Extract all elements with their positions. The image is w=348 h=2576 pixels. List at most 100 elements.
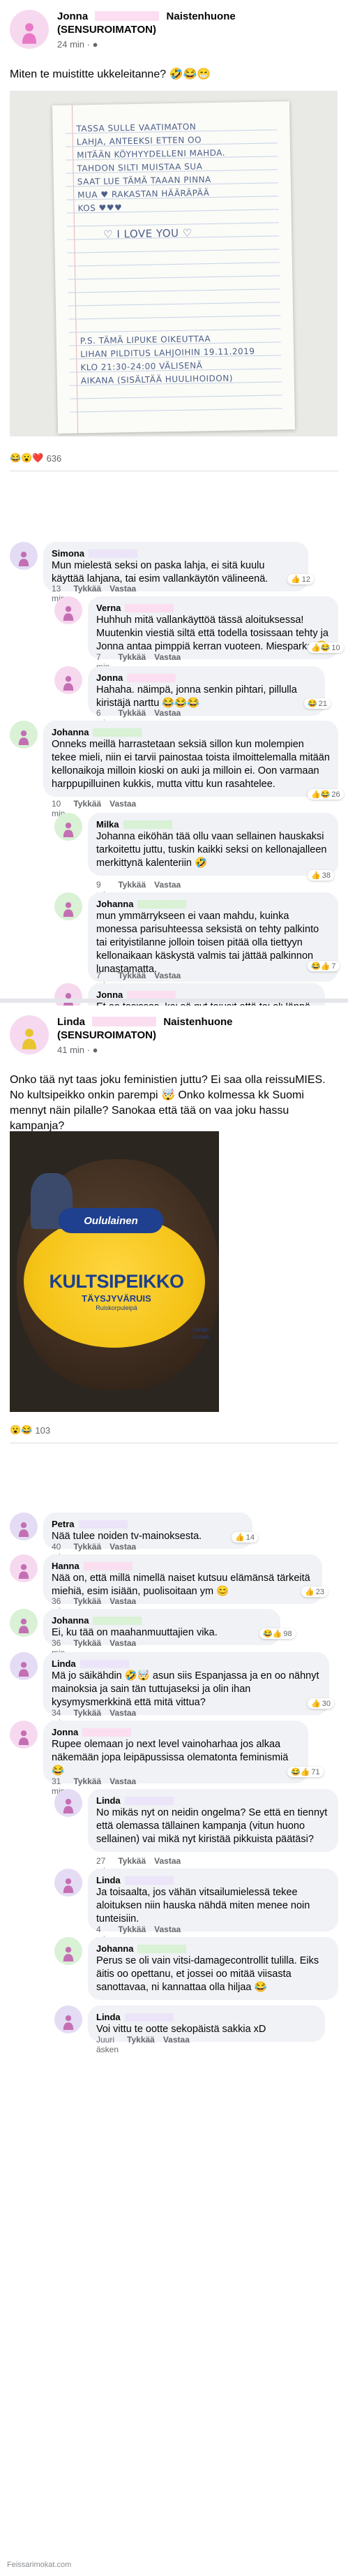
note-text-line: [79, 252, 284, 256]
comment-author[interactable]: Jonna: [96, 672, 123, 684]
post-time[interactable]: 41 min: [57, 1045, 84, 1055]
post-group[interactable]: Naistenhuone: [167, 10, 236, 22]
post-photo-bread[interactable]: Oululainen KULTSIPEIKKO TÄYSJYVÄRUIS Rui…: [10, 1131, 219, 1412]
avatar[interactable]: [10, 1513, 38, 1540]
comment-author-row: Johanna: [96, 898, 330, 910]
comment-reactions[interactable]: 👍 38: [308, 870, 334, 881]
note-text-line: TASSA SULLE VAATIMATON: [76, 122, 197, 134]
comment-reactions[interactable]: 👍 30: [308, 1698, 334, 1709]
reaction-emoji: 😂👍: [263, 1630, 282, 1638]
comment-author[interactable]: Verna: [96, 602, 121, 614]
post-text: Onko tää nyt taas joku feministien juttu…: [10, 1074, 326, 1132]
post-group[interactable]: Naistenhuone: [163, 1016, 232, 1028]
comment-reactions[interactable]: 😂👍 98: [259, 1628, 296, 1639]
reaction-count: 7: [331, 962, 336, 971]
comment-author[interactable]: Simona: [52, 547, 84, 559]
comment-text: Huhhuh mitä vallankäyttöä tässä aloituks…: [96, 614, 328, 652]
avatar[interactable]: [54, 1869, 82, 1897]
post-reactions[interactable]: 😮😂 103: [10, 1425, 50, 1436]
redaction-bar: [124, 1876, 174, 1885]
comment-reactions[interactable]: 😂👍 7: [308, 961, 340, 971]
avatar[interactable]: [10, 721, 38, 749]
avatar[interactable]: [54, 666, 82, 694]
redaction-bar: [127, 673, 176, 682]
note-text-line: AIKANA (SISÄLTÄÄ HUULIHOIDON): [80, 373, 234, 386]
comment-author[interactable]: Linda: [96, 2011, 121, 2023]
comment-author[interactable]: Linda: [96, 1874, 121, 1886]
avatar[interactable]: [54, 813, 82, 841]
comment-reactions[interactable]: 👍 14: [232, 1532, 258, 1543]
reaction-emoji: 😂👍: [311, 962, 331, 971]
avatar[interactable]: [10, 542, 38, 570]
post-author[interactable]: Linda: [57, 1016, 85, 1028]
post-text-emojis: 🤣😂😁: [169, 68, 211, 80]
redaction-bar: [88, 549, 137, 558]
note-text-line: KLO 21:30-24:00 VÄLISENÄ: [80, 360, 203, 373]
redaction-bar: [137, 899, 187, 908]
reaction-emoji: 😂👍: [291, 1768, 310, 1776]
avatar[interactable]: [54, 2005, 82, 2033]
avatar[interactable]: [54, 1789, 82, 1817]
avatar[interactable]: [54, 596, 82, 624]
reaction-emoji: 👍😂: [311, 790, 331, 799]
avatar[interactable]: [10, 1652, 38, 1680]
person-icon: [63, 1947, 74, 1962]
avatar[interactable]: [10, 1721, 38, 1749]
post-reactions[interactable]: 😂😮❤️ 636: [10, 452, 61, 464]
post-meta: 41 min · ●: [57, 1045, 98, 1055]
reply-button[interactable]: Vastaa: [163, 2035, 190, 2054]
person-icon: [18, 1730, 29, 1745]
avatar[interactable]: [54, 1937, 82, 1965]
comment-reactions[interactable]: 😂 21: [304, 698, 331, 709]
post-author[interactable]: Jonna: [57, 10, 88, 22]
like-button[interactable]: Tykkää: [127, 2035, 155, 2054]
comment-author-row: Linda: [96, 2011, 317, 2023]
comment-author[interactable]: Jonna: [52, 1726, 78, 1738]
avatar[interactable]: [10, 1554, 38, 1582]
comment-reactions[interactable]: 👍 23: [301, 1587, 328, 1597]
note-text-line: MUA ♥ RAKASTAN HÄÄRÄPÄÄ: [77, 188, 210, 200]
comment-author[interactable]: Petra: [52, 1518, 75, 1530]
comment-reactions[interactable]: 👍😂 26: [308, 789, 344, 800]
note-ruled-line: [68, 288, 280, 293]
comment-author[interactable]: Johanna: [96, 1943, 133, 1955]
post-header: Linda Naistenhuone (SENSUROIMATON) 41 mi…: [0, 1006, 348, 1066]
post-time[interactable]: 24 min: [57, 39, 84, 50]
comment-bubble: Linda Ja toisaalta, jos vähän vitsailumie…: [88, 1869, 338, 1931]
post-photo-note[interactable]: TASSA SULLE VAATIMATON LAHJA, ANTEEKSI ET…: [10, 91, 338, 436]
comment-author[interactable]: Linda: [52, 1658, 76, 1670]
person-icon: [22, 23, 37, 44]
reaction-emoji: 👍: [291, 575, 301, 584]
comment-author[interactable]: Johanna: [96, 898, 133, 910]
comment-author[interactable]: Hanna: [52, 1560, 80, 1572]
note-text-line: KOS ♥♥♥: [77, 203, 123, 214]
comment-author[interactable]: Johanna: [52, 1614, 89, 1626]
comment-reactions[interactable]: 👍😂 10: [308, 642, 344, 653]
comment-text: Johanna eiköhän tää ollu vaan sellainen …: [96, 831, 327, 869]
bread-brand: Oululainen: [59, 1208, 163, 1233]
comment-author-row: Simona: [52, 547, 300, 559]
avatar[interactable]: [10, 1015, 49, 1054]
comment-bubble: Linda Mä jo säikähdin 🤣🤯 asun siis Espanj…: [43, 1652, 329, 1715]
note-text-line: TAHDON SILTI MUISTAA SUA: [77, 161, 203, 174]
reaction-emoji: 👍: [235, 1533, 245, 1542]
comment-bubble: Jonna Rupee olemaan jo next level vainoha…: [43, 1721, 308, 1783]
redaction-bar: [82, 1728, 132, 1737]
comment-author-row: Linda: [96, 1874, 330, 1886]
comment-text: Rupee olemaan jo next level vainoharhaa …: [52, 1739, 289, 1776]
post-separator: [0, 999, 348, 1003]
comment-reactions[interactable]: 😂👍 71: [287, 1767, 324, 1777]
comment-bubble: Milka Johanna eiköhän tää ollu vaan sella…: [88, 813, 338, 876]
comment-author[interactable]: Milka: [96, 818, 119, 830]
post-author-line: Jonna Naistenhuone: [57, 10, 236, 23]
avatar[interactable]: [10, 1609, 38, 1637]
comment-reactions[interactable]: 👍 12: [287, 574, 314, 584]
note-ruled-line: [67, 249, 280, 253]
comment-author[interactable]: Linda: [96, 1795, 121, 1806]
avatar[interactable]: [54, 892, 82, 920]
avatar[interactable]: [10, 10, 49, 49]
post-group-sub: (SENSUROIMATON): [57, 1029, 156, 1041]
reaction-emoji: 👍😂: [311, 644, 331, 652]
comment-author[interactable]: Johanna: [52, 726, 89, 738]
bread-side-text: Vähän suolaa: [192, 1327, 209, 1340]
